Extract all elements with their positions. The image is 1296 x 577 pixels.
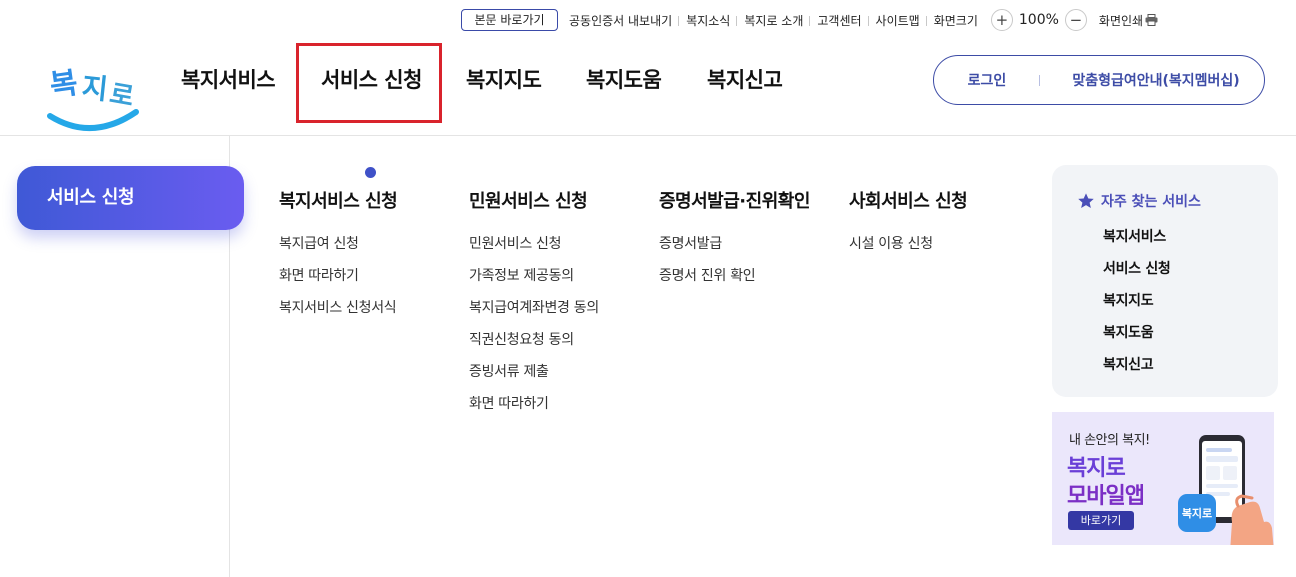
welfare-news-link[interactable]: 복지소식 [679,12,738,29]
zoom-control: + 100% − [990,9,1087,31]
login-button[interactable]: 로그인 [934,70,1040,90]
banner-title-line2: 모바일앱 [1067,484,1145,509]
hand-illustration [1230,494,1274,545]
menu-column-social-service: 사회서비스 신청 시설 이용 신청 [849,187,968,266]
menu-column-heading[interactable]: 증명서발급·진위확인 [659,187,810,213]
nav-welfare-help[interactable]: 복지도움 [586,64,662,94]
zoom-out-button[interactable]: − [1064,9,1087,31]
menu-column-heading[interactable]: 복지서비스 신청 [279,187,398,213]
favorite-link[interactable]: 복지신고 [1103,355,1170,387]
star-icon [1078,193,1094,209]
menu-link[interactable]: 민원서비스 신청 [469,234,599,266]
menu-link[interactable]: 복지급여 신청 [279,234,397,266]
highlight-box [296,43,442,123]
about-link[interactable]: 복지로 소개 [737,12,811,29]
favorite-link[interactable]: 서비스 신청 [1103,259,1171,291]
menu-column-certificate: 증명서발급·진위확인 증명서발급 증명서 진위 확인 [659,187,810,298]
nav-welfare-map[interactable]: 복지지도 [466,64,542,94]
menu-column-welfare-application: 복지서비스 신청 복지급여 신청 화면 따라하기 복지서비스 신청서식 [279,187,398,330]
banner-tagline: 내 손안의 복지! [1069,433,1150,448]
menu-column-civil-application: 민원서비스 신청 민원서비스 신청 가족정보 제공동의 복지급여계좌변경 동의 … [469,187,599,426]
menu-link[interactable]: 복지급여계좌변경 동의 [469,298,599,330]
header-divider [0,135,1296,136]
zoom-in-button[interactable]: + [990,9,1013,31]
favorite-link[interactable]: 복지지도 [1103,291,1170,323]
favorite-link[interactable]: 복지도움 [1103,323,1170,355]
mobile-app-banner[interactable]: 내 손안의 복지! 복지로 모바일앱 바로가기 복지로 [1052,412,1274,545]
auth-box: 로그인 맞춤형급여안내(복지멤버십) [933,55,1265,105]
bokjiro-logo[interactable]: 복 지 로 [46,54,140,134]
svg-text:로: 로 [107,79,136,113]
favorites-title-text: 자주 찾는 서비스 [1101,194,1201,210]
nav-welfare-report[interactable]: 복지신고 [707,64,783,94]
favorite-link[interactable]: 복지서비스 [1103,227,1170,259]
menu-column-heading[interactable]: 사회서비스 신청 [849,187,968,213]
menu-link[interactable]: 화면 따라하기 [279,266,397,298]
submenu-title: 서비스 신청 [17,166,244,230]
menu-column-heading[interactable]: 민원서비스 신청 [469,187,599,213]
favorites-panel: 자주 찾는 서비스 복지서비스 서비스 신청 복지지도 복지도움 복지신고 [1052,165,1278,397]
printer-icon [1145,14,1158,26]
nav-welfare-service[interactable]: 복지서비스 [181,64,276,94]
menu-link[interactable]: 복지서비스 신청서식 [279,298,397,330]
app-icon: 복지로 [1178,494,1216,532]
menu-link[interactable]: 직권신청요청 동의 [469,330,599,362]
svg-text:지: 지 [80,71,109,107]
customer-center-link[interactable]: 고객센터 [810,12,869,29]
menu-link[interactable]: 시설 이용 신청 [849,234,967,266]
menu-link[interactable]: 증명서 진위 확인 [659,266,810,298]
utility-bar: 본문 바로가기 공동인증서 내보내기 복지소식 복지로 소개 고객센터 사이트맵… [461,8,1158,32]
print-button[interactable]: 화면인쇄 [1099,12,1158,29]
menu-link[interactable]: 가족정보 제공동의 [469,266,599,298]
banner-go-button[interactable]: 바로가기 [1068,511,1134,530]
zoom-value: 100% [1018,12,1059,28]
skip-to-content-link[interactable]: 본문 바로가기 [461,9,558,31]
menu-link[interactable]: 화면 따라하기 [469,394,599,426]
print-label: 화면인쇄 [1098,13,1144,28]
screen-size-label: 화면크기 [933,13,978,28]
svg-text:복: 복 [48,66,80,105]
cert-export-link[interactable]: 공동인증서 내보내기 [562,12,680,29]
sitemap-link[interactable]: 사이트맵 [869,12,927,29]
menu-link[interactable]: 증명서발급 [659,234,810,266]
menu-link[interactable]: 증빙서류 제출 [469,362,599,394]
favorites-title: 자주 찾는 서비스 [1077,191,1201,211]
membership-button[interactable]: 맞춤형급여안내(복지멤버십) [1040,70,1264,90]
active-nav-indicator [365,167,376,178]
